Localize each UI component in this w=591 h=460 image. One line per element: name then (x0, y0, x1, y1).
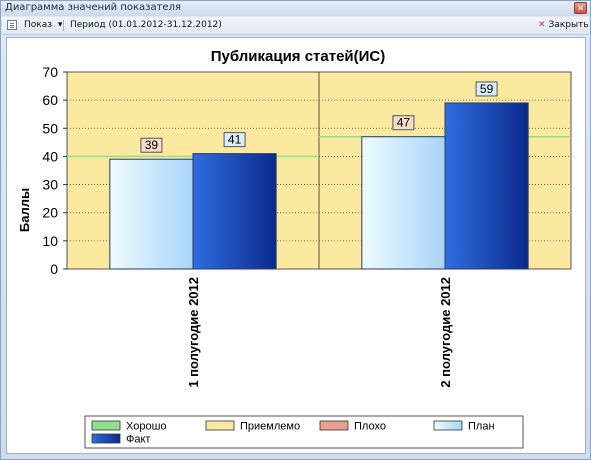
chart: Публикация статей(ИС) Баллы 0 10 20 30 40 50 6… (17, 48, 572, 449)
legend-swatch (91, 433, 121, 444)
legend-swatch (319, 420, 349, 431)
chart-title: Публикация статей(ИС) (211, 48, 386, 65)
y-tick-label: 0 (50, 261, 58, 277)
close-button[interactable]: ✕ Закрыть (538, 19, 589, 32)
window-title: Диаграмма значений показателя (5, 2, 181, 13)
y-tick-label: 60 (42, 92, 58, 108)
bar-fact (192, 153, 277, 270)
toolbar-separator (63, 20, 64, 31)
legend-label: Плохо (354, 421, 386, 433)
close-icon: ✕ (538, 20, 546, 30)
legend-label: Хорошо (126, 421, 167, 433)
y-tick-label: 30 (42, 177, 58, 193)
y-axis-label: Баллы (17, 188, 32, 232)
legend-swatch (91, 420, 121, 431)
chart-window: Диаграмма значений показателя ✕ Показ ▾ … (0, 0, 591, 460)
plot-area: 0 10 20 30 40 50 60 70 39 41 1 полугодие 2012 47 59 2… (42, 64, 572, 388)
y-tick-label: 70 (42, 64, 58, 80)
bar-plan (361, 136, 446, 270)
x-category-label: 2 полугодие 2012 (438, 277, 453, 388)
bar-fact (444, 102, 529, 270)
data-label: 39 (145, 138, 159, 152)
bar-plan (109, 158, 194, 270)
y-tick-label: 40 (42, 148, 58, 164)
legend-swatch (205, 420, 235, 431)
toolbar: Показ ▾ Период (01.01.2012-31.12.2012) ✕… (2, 17, 589, 35)
show-menu-button[interactable]: Показ ▾ (24, 19, 62, 32)
x-category-label: 1 полугодие 2012 (186, 277, 201, 388)
window-close-button[interactable]: ✕ (574, 2, 587, 14)
legend: Хорошо Приемлемо Плохо План Факт (84, 415, 524, 449)
chevron-down-icon: ▾ (57, 20, 63, 30)
close-button-label: Закрыть (548, 20, 589, 30)
title-bar: Диаграмма значений показателя ✕ (1, 1, 590, 16)
y-tick-label: 20 (42, 205, 58, 221)
period-button[interactable]: Период (01.01.2012-31.12.2012) (70, 19, 222, 32)
y-tick-label: 50 (42, 120, 58, 136)
data-label: 59 (480, 82, 494, 96)
data-label: 47 (397, 116, 411, 130)
legend-label: План (468, 421, 495, 433)
show-menu-label: Показ (24, 20, 53, 30)
chart-panel: Публикация статей(ИС) Баллы 0 10 20 30 40 50 6… (6, 37, 586, 454)
document-icon (7, 20, 17, 30)
legend-swatch (433, 420, 463, 431)
data-label: 41 (228, 133, 242, 147)
legend-label: Приемлемо (240, 421, 300, 433)
y-tick-label: 10 (42, 233, 58, 249)
legend-label: Факт (126, 434, 150, 446)
